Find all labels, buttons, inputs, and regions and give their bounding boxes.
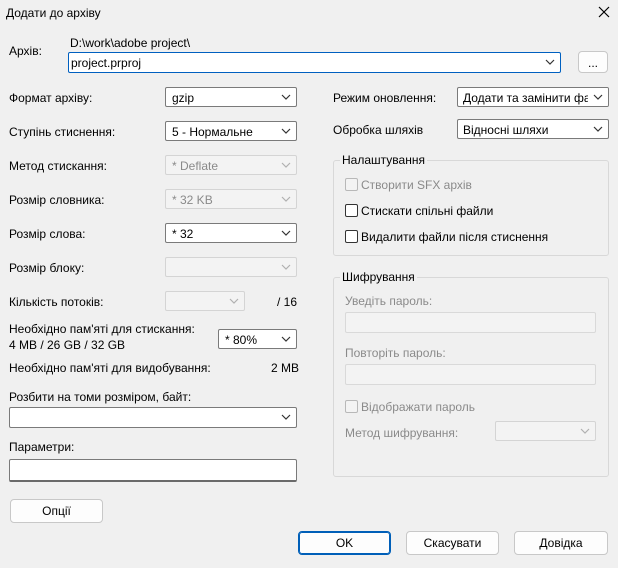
chevron-down-icon — [593, 94, 603, 100]
word-value: * 32 — [172, 227, 194, 241]
update-mode-select[interactable]: Додати та замінити файл — [457, 87, 609, 107]
word-label: Розмір слова: — [9, 227, 86, 241]
threads-label: Кількість потоків: — [9, 295, 104, 309]
cancel-button[interactable]: Скасувати — [406, 531, 499, 555]
encryption-group-title: Шифрування — [340, 270, 417, 284]
update-mode-value: Додати та замінити файл — [463, 91, 605, 105]
dict-value: * 32 KB — [172, 193, 213, 207]
chevron-down-icon[interactable] — [544, 57, 556, 67]
delete-after-checkbox[interactable] — [345, 230, 358, 243]
sfx-label: Створити SFX архів — [361, 178, 472, 192]
browse-button[interactable]: ... — [578, 51, 608, 73]
mem-compress-value: 4 MB / 26 GB / 32 GB — [9, 338, 126, 352]
shared-files-label[interactable]: Стискати спільні файли — [361, 204, 493, 218]
settings-group-title: Налаштування — [340, 153, 427, 167]
sfx-checkbox — [345, 178, 358, 191]
dict-select: * 32 KB — [165, 189, 297, 209]
path-mode-select[interactable]: Відносні шляхи — [457, 119, 609, 139]
mem-compress-label: Необхідно пам'яті для стискання: — [9, 322, 195, 336]
split-label: Розбити на томи розміром, байт: — [9, 390, 192, 404]
archive-filename-combo[interactable]: project.prproj — [68, 52, 561, 73]
repeat-password-label: Повторіть пароль: — [345, 346, 446, 360]
ok-button[interactable]: OK — [298, 531, 391, 555]
split-select[interactable] — [9, 407, 297, 428]
block-label: Розмір блоку: — [9, 261, 85, 275]
chevron-down-icon — [281, 196, 291, 202]
level-select[interactable]: 5 - Нормальне — [165, 121, 297, 141]
level-label: Ступінь стиснення: — [9, 125, 116, 139]
path-mode-label: Обробка шляхів — [333, 123, 424, 137]
params-label: Параметри: — [9, 440, 75, 454]
title-bar: Додати до архіву — [0, 0, 618, 26]
chevron-down-icon — [580, 428, 590, 434]
delete-after-label[interactable]: Видалити файли після стиснення — [361, 230, 548, 244]
path-mode-value: Відносні шляхи — [463, 123, 549, 137]
format-label: Формат архіву: — [9, 91, 93, 105]
threads-max: / 16 — [277, 295, 298, 309]
chevron-down-icon — [281, 162, 291, 168]
method-label: Метод стискання: — [9, 159, 107, 173]
close-button[interactable] — [593, 2, 615, 22]
threads-select — [165, 291, 245, 311]
mem-decompress-value: 2 MB — [271, 361, 300, 375]
show-password-checkbox — [345, 400, 358, 413]
chevron-down-icon — [281, 230, 291, 236]
chevron-down-icon — [281, 94, 291, 100]
show-password-label: Відображати пароль — [361, 400, 476, 414]
archive-filename: project.prproj — [71, 56, 142, 70]
help-button[interactable]: Довідка — [514, 531, 608, 555]
shared-files-checkbox[interactable] — [345, 204, 358, 217]
chevron-down-icon — [593, 126, 603, 132]
close-icon — [598, 6, 610, 18]
word-select[interactable]: * 32 — [165, 223, 297, 243]
params-input[interactable] — [9, 459, 297, 482]
enter-password-label: Уведіть пароль: — [345, 294, 433, 308]
mem-percent-value: * 80% — [225, 333, 258, 347]
mem-percent-select[interactable]: * 80% — [218, 329, 297, 349]
method-value: * Deflate — [172, 159, 219, 173]
format-value: gzip — [172, 91, 195, 105]
dict-label: Розмір словника: — [9, 193, 105, 207]
block-select — [165, 257, 297, 277]
chevron-down-icon — [281, 414, 291, 420]
method-select: * Deflate — [165, 155, 297, 175]
mem-decompress-label: Необхідно пам'яті для видобування: — [9, 361, 211, 375]
options-button[interactable]: Опції — [10, 499, 103, 523]
encryption-method-select — [495, 421, 596, 441]
encryption-method-label: Метод шифрування: — [345, 426, 459, 440]
enter-password-input — [345, 312, 596, 333]
chevron-down-icon — [229, 298, 239, 304]
format-select[interactable]: gzip — [165, 87, 297, 107]
update-mode-label: Режим оновлення: — [333, 91, 437, 105]
chevron-down-icon — [281, 264, 291, 270]
chevron-down-icon — [281, 128, 291, 134]
window-title: Додати до архіву — [6, 6, 101, 20]
repeat-password-input — [345, 364, 596, 385]
archive-label: Архів: — [9, 44, 42, 58]
archive-path: D:\work\adobe project\ — [70, 36, 191, 50]
level-value: 5 - Нормальне — [172, 125, 253, 139]
chevron-down-icon — [281, 336, 291, 342]
